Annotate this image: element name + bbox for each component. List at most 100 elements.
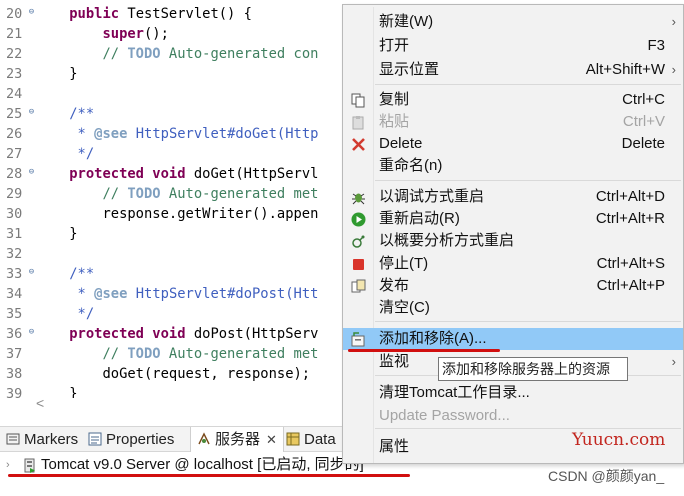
menu-item-label: 清理Tomcat工作目录...: [379, 384, 530, 401]
menu-item-label: 打开: [379, 37, 410, 54]
code-token: *: [77, 126, 95, 142]
menu-item[interactable]: 打开 F3: [343, 35, 683, 57]
code-text: /**: [36, 264, 94, 284]
close-icon[interactable]: ✕: [266, 432, 277, 447]
code-text: // TODO Auto-generated con: [36, 44, 318, 64]
paste-icon: [352, 116, 364, 130]
scroll-left-arrow[interactable]: <: [36, 396, 356, 410]
menu-separator: [375, 84, 681, 85]
line-number: 28: [6, 166, 23, 182]
line-number: 39: [6, 386, 23, 398]
menu-item-label: 停止(T): [379, 255, 429, 272]
code-text: /**: [36, 104, 94, 124]
watermark: Yuucn.com: [572, 430, 666, 450]
data-icon: [286, 432, 300, 446]
code-token: super: [102, 26, 144, 42]
menu-item[interactable]: 以调试方式重启 Ctrl+Alt+D: [343, 186, 683, 208]
menu-item[interactable]: 清空(C): [343, 297, 683, 319]
menu-item[interactable]: 重命名(n): [343, 155, 683, 177]
code-token: public: [69, 6, 120, 22]
menu-item[interactable]: 以概要分析方式重启: [343, 230, 683, 252]
menu-item[interactable]: 新建(W) ›: [343, 11, 683, 33]
menu-item-shortcut: Ctrl+Alt+P: [596, 277, 665, 294]
menu-item-label: Update Password...: [379, 407, 510, 424]
menu-item: Update Password...: [343, 405, 683, 427]
line-number: 27: [6, 146, 23, 162]
debug-icon: [352, 193, 365, 205]
code-token: //: [102, 186, 128, 202]
line-number: 34: [6, 286, 23, 302]
code-token: Auto-generated met: [160, 186, 319, 202]
menu-item[interactable]: 清理Tomcat工作目录...: [343, 382, 683, 404]
servers-icon: [198, 432, 210, 445]
markers-icon: [6, 433, 20, 445]
tab-markers[interactable]: Markers: [6, 427, 78, 453]
code-token: HttpServlet#doPost(Htt: [127, 286, 319, 302]
line-number: 37: [6, 346, 23, 362]
menu-item-label: 以调试方式重启: [379, 188, 485, 205]
tab-label: 服务器: [215, 431, 261, 448]
code-text: * @see HttpServlet#doGet(Http: [36, 124, 319, 144]
code-token: protected void: [69, 166, 186, 182]
code-token: @see: [94, 286, 128, 302]
code-text: protected void doPost(HttpServ: [36, 324, 318, 344]
menu-item-label: 清空(C): [379, 299, 430, 316]
tab-properties[interactable]: Properties: [88, 427, 174, 453]
code-text: protected void doGet(HttpServl: [36, 164, 318, 184]
menu-item[interactable]: 添加和移除(A)...: [343, 328, 683, 350]
menu-item[interactable]: 停止(T) Ctrl+Alt+S: [343, 253, 683, 275]
menu-item[interactable]: 显示位置 Alt+Shift+W ›: [343, 59, 683, 81]
line-number: 33: [6, 266, 23, 282]
menu-item[interactable]: 重新启动(R) Ctrl+Alt+R: [343, 208, 683, 230]
tab-servers[interactable]: 服务器 ✕: [190, 427, 284, 453]
add-remove-icon: [351, 332, 365, 347]
menu-item-shortcut: Ctrl+Alt+S: [596, 255, 665, 272]
csdn-credit: CSDN @颜颜yan_: [548, 468, 665, 484]
submenu-arrow-icon: ›: [671, 62, 676, 77]
code-text: super();: [36, 24, 168, 44]
tab-data[interactable]: Data: [286, 427, 336, 453]
code-token: TODO: [127, 346, 161, 362]
menu-item[interactable]: 发布 Ctrl+Alt+P: [343, 275, 683, 297]
menu-item-label: 重新启动(R): [379, 210, 460, 227]
tab-label: Properties: [106, 431, 175, 448]
menu-item[interactable]: 复制 Ctrl+C: [343, 89, 683, 111]
line-number: 22: [6, 46, 23, 62]
code-token: //: [102, 46, 128, 62]
menu-item-label: Delete: [379, 135, 423, 152]
line-number: 25: [6, 106, 23, 122]
code-token: //: [102, 346, 128, 362]
code-text: * @see HttpServlet#doPost(Htt: [36, 284, 319, 304]
code-text: }: [36, 224, 77, 244]
menu-item-label: 显示位置: [379, 61, 440, 78]
menu-item[interactable]: Delete Delete: [343, 133, 683, 155]
line-number: 26: [6, 126, 23, 142]
menu-item-shortcut: Ctrl+Alt+D: [595, 188, 665, 205]
line-number: 23: [6, 66, 23, 82]
submenu-arrow-icon: ›: [671, 14, 676, 29]
menu-item-shortcut: F3: [647, 37, 665, 54]
code-token: TODO: [127, 46, 161, 62]
line-number: 29: [6, 186, 23, 202]
code-token: TODO: [127, 186, 161, 202]
code-token: Auto-generated con: [160, 46, 319, 62]
context-menu: 新建(W) › 打开 F3 显示位置 Alt+Shift+W › 复制 Ctrl+C 粘贴 Ctrl…: [342, 4, 684, 464]
line-number: 38: [6, 366, 23, 382]
menu-item-shortcut: Ctrl+C: [622, 91, 665, 108]
code-token: doPost(HttpServ: [185, 326, 319, 342]
menu-separator: [375, 428, 681, 429]
menu-separator: [375, 321, 681, 322]
code-text: */: [36, 144, 95, 164]
code-text: public TestServlet() {: [36, 4, 252, 24]
line-number: 20: [6, 6, 23, 22]
code-token: */: [77, 306, 95, 322]
menu-item-label: 添加和移除(A)...: [379, 330, 487, 347]
stop-icon: [353, 259, 364, 270]
